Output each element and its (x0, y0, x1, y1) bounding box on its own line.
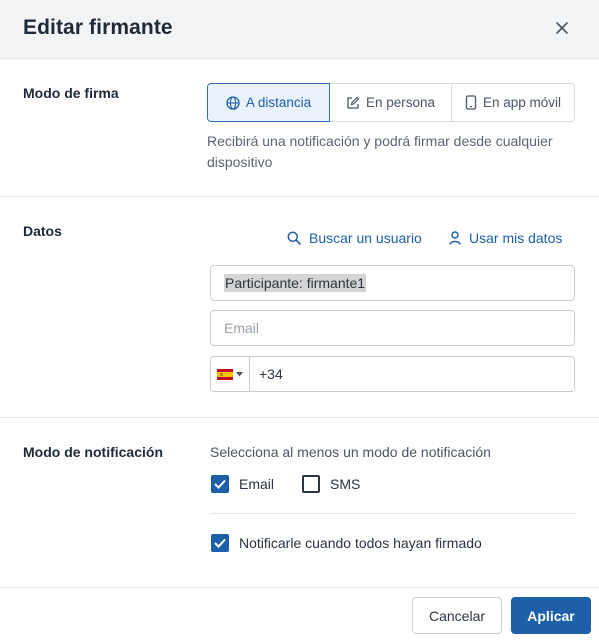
dialog-title: Editar firmante (23, 16, 173, 39)
use-my-data-label: Usar mis datos (469, 230, 563, 246)
mode-remote-button[interactable]: A distancia (207, 83, 330, 122)
sms-notification-checkbox[interactable]: SMS (302, 475, 360, 493)
phone-input[interactable]: +34 (250, 366, 283, 382)
mode-in-person-button[interactable]: En persona (330, 84, 452, 121)
signature-mode-group: A distancia En persona En app móvil (207, 83, 575, 122)
mode-in-person-label: En persona (365, 95, 436, 110)
notify-all-label: Notificarle cuando todos hayan firmado (239, 535, 482, 551)
country-selector[interactable] (211, 357, 250, 391)
close-icon (556, 22, 568, 34)
close-button[interactable] (551, 17, 573, 39)
pencil-square-icon (347, 96, 360, 109)
section-divider (0, 417, 599, 418)
phone-field: +34 (210, 356, 575, 392)
email-notification-checkbox[interactable]: Email (211, 475, 274, 493)
search-user-label: Buscar un usuario (309, 230, 422, 246)
use-my-data-link[interactable]: Usar mis datos (449, 230, 562, 246)
section-divider (0, 196, 599, 197)
caret-down-icon (236, 371, 243, 376)
email-notification-label: Email (239, 476, 275, 492)
signature-mode-label: Modo de firma (23, 85, 119, 101)
cancel-button[interactable]: Cancelar (412, 597, 502, 634)
checkbox-unchecked-icon (302, 475, 320, 493)
checkbox-checked-icon (211, 475, 229, 493)
mobile-phone-icon (465, 95, 477, 110)
search-user-link[interactable]: Buscar un usuario (287, 230, 422, 246)
participant-field[interactable]: Participante: firmante1 (210, 265, 575, 301)
notify-all-checkbox[interactable]: Notificarle cuando todos hayan firmado (211, 534, 482, 552)
globe-icon (226, 95, 240, 110)
sms-notification-label: SMS (330, 476, 361, 492)
participant-value: Participante: firmante1 (224, 274, 367, 292)
email-field[interactable]: Email (210, 310, 575, 346)
user-icon (449, 231, 461, 245)
footer-divider (0, 587, 599, 588)
mode-mobile-app-label: En app móvil (482, 95, 562, 110)
dialog-header: Editar firmante (0, 0, 599, 59)
notification-mode-label: Modo de notificación (23, 444, 163, 460)
mode-remote-label: A distancia (245, 95, 312, 110)
mode-mobile-app-button[interactable]: En app móvil (452, 84, 574, 121)
checkbox-checked-icon (211, 534, 229, 552)
notification-help: Selecciona al menos un modo de notificac… (210, 444, 491, 460)
signature-mode-help: Recibirá una notificación y podrá firmar… (207, 133, 553, 170)
spain-flag-icon (217, 368, 233, 380)
data-section-label: Datos (23, 223, 62, 239)
search-icon (287, 231, 301, 245)
email-placeholder: Email (224, 320, 260, 336)
notification-divider (210, 513, 575, 514)
apply-button[interactable]: Aplicar (511, 597, 591, 634)
